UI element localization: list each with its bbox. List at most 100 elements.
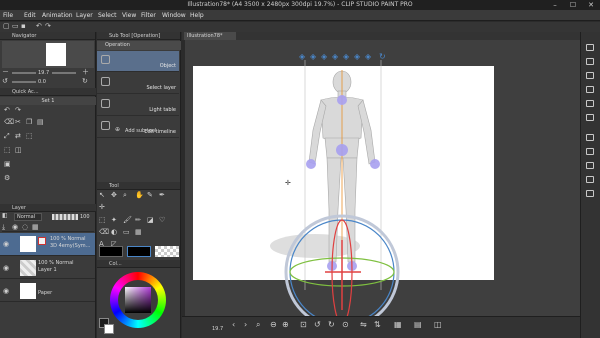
flip-horizontal-icon[interactable]: ⇋ xyxy=(360,321,367,329)
panel-icon-7[interactable] xyxy=(583,132,597,143)
move-layer-icon[interactable]: ✛ xyxy=(99,204,105,211)
selection-tool-icon[interactable]: ⬚ xyxy=(99,217,106,224)
close-button[interactable]: ✕ xyxy=(582,0,600,10)
frame-tool-icon[interactable]: ▦ xyxy=(135,229,142,236)
operation-tool-icon[interactable]: ↖ xyxy=(99,192,105,199)
grid-icon[interactable]: ▤ xyxy=(414,321,422,329)
layer-row-layer1[interactable]: ◉ 100 % Normal Layer 1 xyxy=(0,257,95,279)
hue-ring[interactable] xyxy=(110,272,166,328)
settings-icon[interactable]: ⚙ xyxy=(4,175,10,182)
zoom-out-icon[interactable]: － xyxy=(2,69,9,76)
3d-figure-scene[interactable]: ✛ xyxy=(185,40,580,326)
paste-icon[interactable]: ▤ xyxy=(37,119,44,126)
fill-icon[interactable]: ▣ xyxy=(4,161,11,168)
select-icon[interactable]: ⬚ xyxy=(4,147,11,154)
pen-tool-icon[interactable]: ✒ xyxy=(159,192,165,199)
panel-icon-10[interactable] xyxy=(583,174,597,185)
zoom-in-icon[interactable]: ＋ xyxy=(82,69,89,76)
eyedropper-tool-icon[interactable]: ✎ xyxy=(147,192,153,199)
clear-icon[interactable]: ⌫ xyxy=(4,119,14,126)
draft-icon[interactable]: ◌ xyxy=(22,224,28,231)
nav-right-icon[interactable]: › xyxy=(244,321,247,329)
menu-edit[interactable]: Edit xyxy=(24,12,36,19)
brush-tool-icon[interactable]: 🖌 xyxy=(123,217,132,224)
reference-icon[interactable]: ◉ xyxy=(12,224,18,231)
main-color-swatch[interactable] xyxy=(99,246,123,257)
lock-icon[interactable]: ◧ xyxy=(2,213,8,219)
menu-animation[interactable]: Animation xyxy=(42,12,73,19)
zoom-out-icon[interactable]: ⊖ xyxy=(270,321,277,329)
lock-transparent-icon[interactable]: ▦ xyxy=(32,224,39,231)
undo-icon[interactable]: ↶ xyxy=(36,23,42,30)
menu-view[interactable]: View xyxy=(122,12,136,19)
layer-row-paper[interactable]: ◉ Paper xyxy=(0,280,95,302)
move-tool-icon[interactable]: ✥ xyxy=(111,192,117,199)
menu-file[interactable]: File xyxy=(3,12,13,19)
figure-tool-icon[interactable]: ▭ xyxy=(123,229,130,236)
menu-help[interactable]: Help xyxy=(190,12,204,19)
reset-rotation-icon[interactable]: ⊙ xyxy=(342,321,349,329)
decoration-tool-icon[interactable]: ♡ xyxy=(159,217,165,224)
maximize-button[interactable]: ☐ xyxy=(564,0,582,10)
open-folder-icon[interactable]: ▭ xyxy=(12,23,19,30)
canvas-tab[interactable]: Illustration78* xyxy=(184,32,236,40)
visibility-eye-icon[interactable]: ◉ xyxy=(3,265,9,272)
visibility-eye-icon[interactable]: ◉ xyxy=(3,288,9,295)
copy-icon[interactable]: ❐ xyxy=(26,119,32,126)
panel-icon-5[interactable] xyxy=(583,98,597,109)
zoom-icon[interactable]: ⌕ xyxy=(256,321,260,329)
panel-icon-1[interactable] xyxy=(583,42,597,53)
sub-color-indicator[interactable] xyxy=(104,324,114,334)
hand-tool-icon[interactable]: ✋ xyxy=(135,192,144,199)
panel-icon-8[interactable] xyxy=(583,146,597,157)
undo-icon[interactable]: ↶ xyxy=(4,107,10,114)
auto-select-icon[interactable]: ✦ xyxy=(111,217,117,224)
menu-window[interactable]: Window xyxy=(162,12,186,19)
clip-icon[interactable]: ⤓ xyxy=(2,224,5,231)
zoom-slider[interactable] xyxy=(12,72,36,74)
cut-icon[interactable]: ✂ xyxy=(15,119,21,126)
visibility-eye-icon[interactable]: ◉ xyxy=(3,241,9,248)
sub-color-swatch[interactable] xyxy=(127,246,151,257)
minimize-button[interactable]: – xyxy=(546,0,564,10)
flip-vertical-icon[interactable]: ⇅ xyxy=(374,321,381,329)
blend-tool-icon[interactable]: ◐ xyxy=(111,229,117,236)
menu-select[interactable]: Select xyxy=(98,12,117,19)
fill-tool-icon[interactable]: ◪ xyxy=(147,217,154,224)
redo-icon[interactable]: ↷ xyxy=(15,107,21,114)
sub-tool-select-layer[interactable]: Select layer xyxy=(97,73,179,94)
sub-tool-light-table[interactable]: Light table xyxy=(97,95,179,116)
pencil-tool-icon[interactable]: ✏ xyxy=(135,217,141,224)
blend-mode-select[interactable]: Normal xyxy=(14,213,42,221)
eraser-tool-icon[interactable]: ⌫ xyxy=(99,229,109,236)
navigator-preview-area[interactable] xyxy=(2,41,94,68)
panel-icon-9[interactable] xyxy=(583,160,597,171)
view-mode-icon[interactable]: ◫ xyxy=(434,321,442,329)
zoom-slider-right[interactable] xyxy=(52,72,76,74)
rotate-left-icon[interactable]: ↺ xyxy=(314,321,321,329)
flip-icon[interactable]: ⇄ xyxy=(15,133,21,140)
transparent-swatch[interactable] xyxy=(155,246,179,257)
menu-layer[interactable]: Layer xyxy=(76,12,93,19)
new-file-icon[interactable]: ▢ xyxy=(3,23,10,30)
panel-icon-6[interactable] xyxy=(583,112,597,123)
panel-icon-2[interactable] xyxy=(583,56,597,67)
saturation-value-square[interactable] xyxy=(125,287,151,313)
menu-filter[interactable]: Filter xyxy=(141,12,156,19)
transform-icon[interactable]: ⤢ xyxy=(4,133,10,140)
select-all-icon[interactable]: ⬚ xyxy=(26,133,33,140)
rotate-right-icon[interactable]: ↻ xyxy=(328,321,335,329)
opacity-slider[interactable] xyxy=(52,214,78,220)
zoom-in-icon[interactable]: ⊕ xyxy=(282,321,289,329)
quick-access-set-bar[interactable]: Set 1 xyxy=(0,97,96,105)
redo-icon[interactable]: ↷ xyxy=(45,23,51,30)
ruler-toggle-icon[interactable]: ▦ xyxy=(394,321,402,329)
panel-icon-11[interactable] xyxy=(583,188,597,199)
layer-row-3d[interactable]: ◉ 100 % Normal 3D 4emy(Sym... xyxy=(0,233,95,256)
sub-tool-object[interactable]: Object xyxy=(97,51,179,72)
add-sub-tool-button[interactable]: ⊕ Add sub tool xyxy=(115,127,175,135)
fit-icon[interactable]: ⊡ xyxy=(300,321,307,329)
rotate-right-icon[interactable]: ↻ xyxy=(82,78,88,85)
sub-tool-tab[interactable]: Operation xyxy=(97,41,181,50)
nav-left-icon[interactable]: ‹ xyxy=(232,321,235,329)
